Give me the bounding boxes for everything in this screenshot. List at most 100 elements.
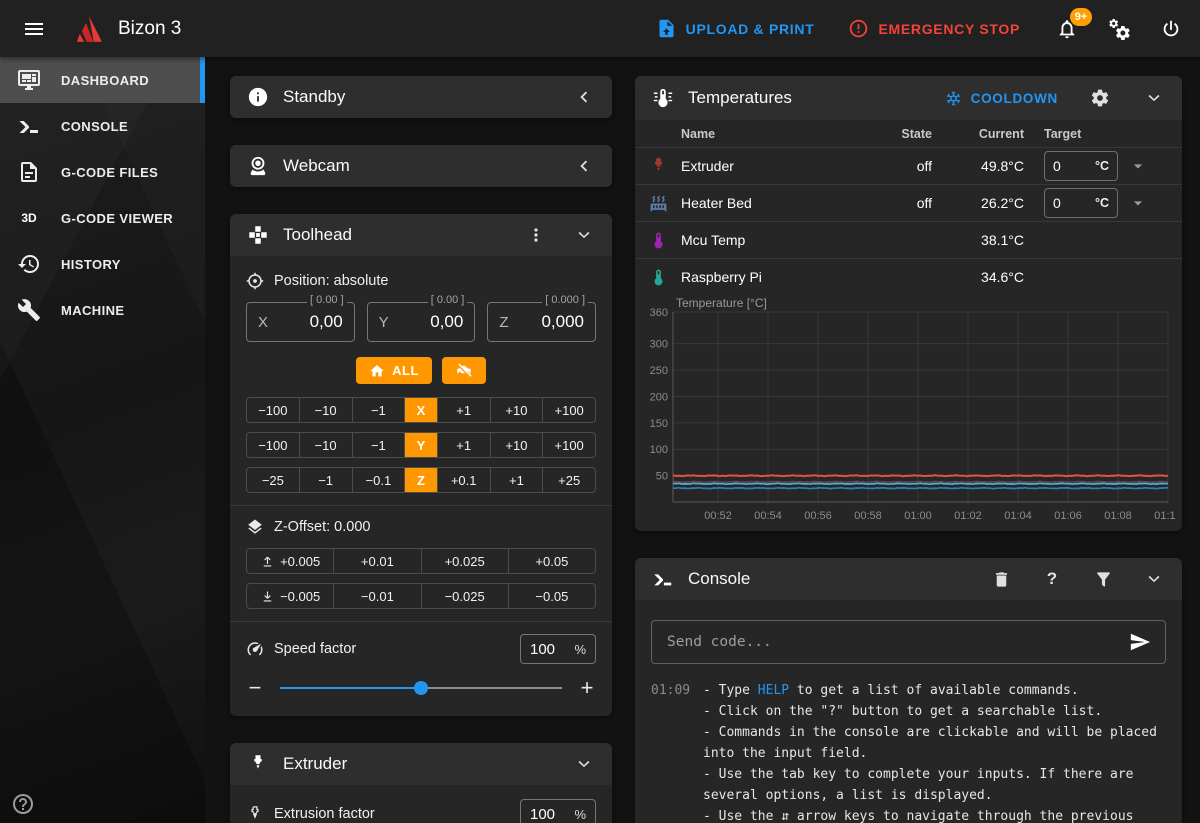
temperatures-panel-title: Temperatures	[688, 88, 792, 108]
slider-handle[interactable]	[414, 681, 428, 695]
speed-factor-label: Speed factor	[274, 641, 356, 657]
target-temp-input[interactable]: 0°C	[1044, 188, 1118, 218]
console-log-time: 01:09	[651, 680, 695, 823]
send-icon[interactable]	[1128, 630, 1152, 654]
sidebar: DASHBOARDCONSOLEG-CODE FILES3DG-CODE VIE…	[0, 57, 205, 823]
move-button[interactable]: +10	[491, 398, 544, 422]
toolhead-dpad-icon	[246, 223, 270, 247]
console-command-link[interactable]: HELP	[758, 683, 789, 698]
z-offset-button[interactable]: −0.025	[422, 584, 509, 608]
col-target: Target	[1024, 127, 1166, 141]
help-circle-icon[interactable]	[10, 791, 36, 817]
webcam-icon	[246, 154, 270, 178]
gear-icon[interactable]	[1088, 86, 1112, 110]
speed-factor-slider[interactable]	[280, 674, 562, 702]
move-button[interactable]: −0.1	[353, 468, 406, 492]
sidebar-item-console[interactable]: CONSOLE	[0, 103, 205, 149]
axis-home-button-z[interactable]: Z	[405, 468, 438, 492]
sidebar-item-label: MACHINE	[61, 303, 124, 318]
console-icon	[17, 114, 41, 138]
speed-increase-button[interactable]: +	[578, 677, 596, 699]
sensor-name: Extruder	[681, 158, 868, 174]
z-offset-button[interactable]: −0.05	[509, 584, 595, 608]
sidebar-item-machine[interactable]: MACHINE	[0, 287, 205, 333]
z-offset-button[interactable]: +0.05	[509, 549, 595, 573]
col-state: State	[868, 127, 932, 141]
upload-print-button[interactable]: UPLOAD & PRINT	[656, 18, 815, 39]
svg-text:01:04: 01:04	[1004, 510, 1032, 522]
axis-hint: [ 0.00 ]	[307, 294, 347, 306]
menu-down-icon[interactable]	[1128, 193, 1148, 213]
move-button[interactable]: +1	[491, 468, 544, 492]
svg-text:00:56: 00:56	[804, 510, 832, 522]
extrusion-factor-input[interactable]: 100 %	[520, 799, 596, 823]
motor-off-icon	[455, 362, 473, 380]
move-row-x: −100−10−1X+1+10+100	[246, 397, 596, 423]
chevron-down-icon[interactable]	[1142, 86, 1166, 110]
axis-value: 0,00	[430, 312, 463, 332]
move-button[interactable]: −100	[247, 398, 300, 422]
sidebar-item-g-code-viewer[interactable]: 3DG-CODE VIEWER	[0, 195, 205, 241]
nozzle-icon	[635, 157, 681, 176]
console-input[interactable]	[665, 633, 1118, 651]
move-button[interactable]: +25	[543, 468, 595, 492]
move-button[interactable]: −10	[300, 433, 353, 457]
move-button[interactable]: −1	[353, 433, 406, 457]
move-button[interactable]: +10	[491, 433, 544, 457]
move-button[interactable]: −10	[300, 398, 353, 422]
home-all-button[interactable]: ALL	[356, 357, 432, 384]
svg-text:00:58: 00:58	[854, 510, 882, 522]
toolhead-panel: Toolhead	[230, 214, 612, 716]
sidebar-item-dashboard[interactable]: DASHBOARD	[0, 57, 205, 103]
power-icon[interactable]	[1158, 16, 1184, 42]
axis-home-button-y[interactable]: Y	[405, 433, 438, 457]
file-upload-icon	[656, 18, 677, 39]
temperature-row-heater-bed: Heater Bedoff26.2°C0°C	[635, 184, 1182, 221]
move-button[interactable]: +1	[438, 398, 491, 422]
move-button[interactable]: −25	[247, 468, 300, 492]
sensor-current-temp: 38.1°C	[932, 232, 1024, 248]
move-button[interactable]: −100	[247, 433, 300, 457]
chevron-left-icon[interactable]	[572, 154, 596, 178]
z-offset-button[interactable]: +0.01	[334, 549, 421, 573]
menu-down-icon[interactable]	[1128, 156, 1148, 176]
speed-factor-input[interactable]: 100 %	[520, 634, 596, 664]
z-offset-button[interactable]: +0.005	[247, 549, 334, 573]
filter-icon[interactable]	[1091, 567, 1115, 591]
settings-cogs-icon[interactable]	[1106, 16, 1132, 42]
chevron-down-icon[interactable]	[1142, 567, 1166, 591]
trash-icon[interactable]	[989, 567, 1013, 591]
axis-y-input[interactable]: Y 0,00 [ 0.00 ]	[367, 302, 476, 342]
z-offset-button[interactable]: −0.005	[247, 584, 334, 608]
move-button[interactable]: −1	[353, 398, 406, 422]
motors-off-button[interactable]	[442, 357, 486, 384]
speed-decrease-button[interactable]: −	[246, 677, 264, 699]
svg-text:01:06: 01:06	[1054, 510, 1082, 522]
console-icon	[651, 567, 675, 591]
help-icon[interactable]: ?	[1040, 567, 1064, 591]
chevron-left-icon[interactable]	[572, 85, 596, 109]
notification-badge: 9+	[1070, 8, 1092, 26]
move-button[interactable]: +100	[543, 433, 595, 457]
axis-z-input[interactable]: Z 0,000 [ 0.000 ]	[487, 302, 596, 342]
sidebar-item-history[interactable]: HISTORY	[0, 241, 205, 287]
cooldown-button[interactable]: COOLDOWN	[945, 90, 1058, 107]
notifications-bell-icon[interactable]: 9+	[1054, 16, 1080, 42]
z-offset-button[interactable]: +0.025	[422, 549, 509, 573]
chevron-down-icon[interactable]	[572, 223, 596, 247]
move-button[interactable]: +1	[438, 433, 491, 457]
axis-x-input[interactable]: X 0,00 [ 0.00 ]	[246, 302, 355, 342]
z-offset-button[interactable]: −0.01	[334, 584, 421, 608]
emergency-stop-button[interactable]: EMERGENCY STOP	[848, 18, 1020, 39]
svg-text:01:00: 01:00	[904, 510, 932, 522]
sidebar-item-g-code-files[interactable]: G-CODE FILES	[0, 149, 205, 195]
move-button[interactable]: −1	[300, 468, 353, 492]
move-button[interactable]: +100	[543, 398, 595, 422]
console-log-text: - Click on the "?" button to get a searc…	[703, 704, 1102, 719]
menu-icon[interactable]	[14, 9, 54, 49]
axis-home-button-x[interactable]: X	[405, 398, 438, 422]
dots-vertical-icon[interactable]	[524, 223, 548, 247]
target-temp-input[interactable]: 0°C	[1044, 151, 1118, 181]
move-button[interactable]: +0.1	[438, 468, 491, 492]
chevron-down-icon[interactable]	[572, 752, 596, 776]
